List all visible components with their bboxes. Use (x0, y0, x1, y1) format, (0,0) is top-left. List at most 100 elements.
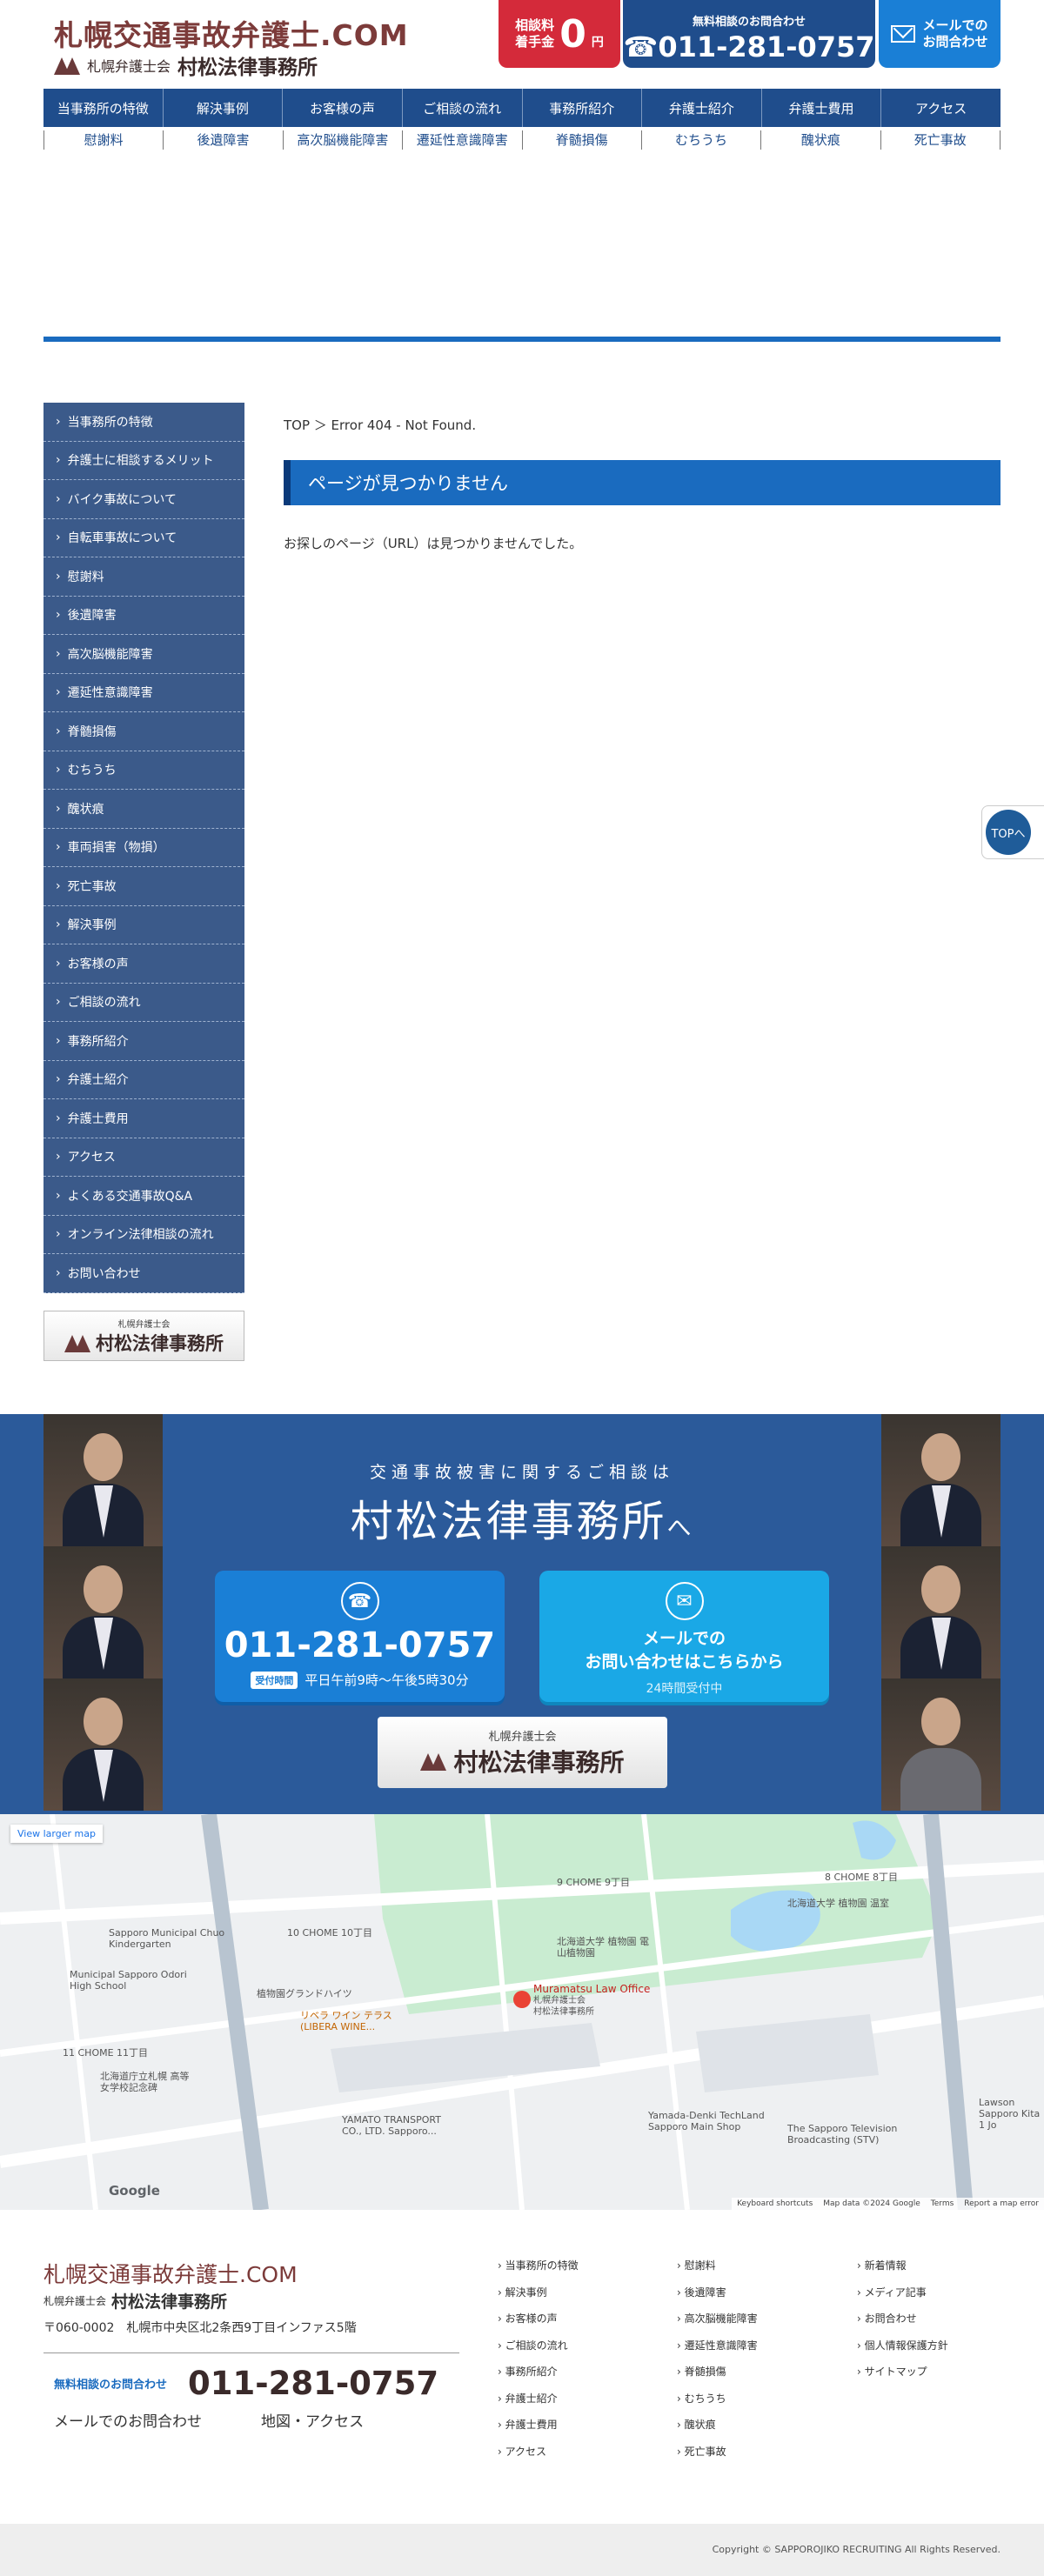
footer-link[interactable]: 脊髄損傷 (677, 2364, 758, 2391)
footer-link[interactable]: 当事務所の特徴 (498, 2258, 579, 2285)
footer-link[interactable]: サイトマップ (857, 2364, 948, 2391)
global-nav-item[interactable]: 解決事例 (164, 89, 284, 127)
sidebar-item[interactable]: 慰謝料 (44, 557, 244, 597)
office-pin-label[interactable]: Muramatsu Law Office 札幌弁護士会 村松法律事務所 (533, 1984, 650, 2018)
sidebar-item[interactable]: バイク事故について (44, 480, 244, 519)
firm-name: 村松法律事務所 (177, 57, 318, 79)
cta-firm-banner[interactable]: 札幌弁護士会 村松法律事務所 (378, 1717, 667, 1788)
footer-link[interactable]: 遷延性意識障害 (677, 2338, 758, 2365)
sub-nav-item[interactable]: 高次脳機能障害 (282, 130, 402, 150)
sub-nav-item[interactable]: 後遺障害 (163, 130, 282, 150)
footer-link[interactable]: ご相談の流れ (498, 2338, 579, 2365)
global-nav-item[interactable]: 弁護士紹介 (642, 89, 762, 127)
footer-link[interactable]: 弁護士紹介 (498, 2391, 579, 2418)
sidebar-item[interactable]: 脊髄損傷 (44, 712, 244, 751)
bar-association-label: 札幌弁護士会 (87, 58, 171, 75)
global-nav-item[interactable]: アクセス (881, 89, 1000, 127)
global-nav: 当事務所の特徴 解決事例 お客様の声 ご相談の流れ 事務所紹介 弁護士紹介 弁護士費用 アクセ… (44, 89, 1000, 127)
map-label: Municipal Sapporo Odori High School (70, 1969, 187, 1992)
global-nav-item[interactable]: 事務所紹介 (523, 89, 643, 127)
map-label: リベラ ワイン テラス(LIBERA WINE... (300, 2010, 392, 2032)
header-mail-button[interactable]: メールでの お問合わせ (879, 0, 1000, 68)
footer-link[interactable]: 個人情報保護方針 (857, 2338, 948, 2365)
fee-zero: 0 (559, 11, 586, 57)
footer-link[interactable]: 解決事例 (498, 2285, 579, 2312)
footer-link[interactable]: 慰謝料 (677, 2258, 758, 2285)
mail-line2: お問合わせ (922, 34, 988, 50)
cta-mail-line1: メールでの (642, 1629, 726, 1648)
map-footer-link[interactable]: Report a map error (964, 2199, 1039, 2208)
firm-mark-icon (420, 1752, 447, 1771)
footer-link[interactable]: アクセス (498, 2444, 579, 2471)
footer-link[interactable]: 後遺障害 (677, 2285, 758, 2312)
firm-logo[interactable]: 札幌弁護士会 村松法律事務所 (54, 50, 318, 80)
sidebar-item[interactable]: 弁護士紹介 (44, 1061, 244, 1099)
cta-mail-line2: お問い合わせはこちらから (585, 1652, 784, 1672)
sidebar-item[interactable]: 高次脳機能障害 (44, 635, 244, 674)
phone-icon: ☎ (340, 1582, 379, 1620)
sidebar-firm-banner[interactable]: 札幌弁護士会 村松法律事務所 (44, 1311, 244, 1361)
copyright: Copyright © SAPPOROJIKO RECRUITING All R… (712, 2544, 1000, 2555)
sidebar-item[interactable]: よくある交通事故Q&A (44, 1177, 244, 1216)
map-footer-link[interactable]: Terms (931, 2199, 954, 2208)
sub-nav-item[interactable]: 遷延性意識障害 (402, 130, 521, 150)
breadcrumb[interactable]: TOP ＞ Error 404 - Not Found. (284, 416, 476, 434)
sidebar-item[interactable]: 死亡事故 (44, 867, 244, 906)
sidebar-item[interactable]: 車両損害（物損） (44, 829, 244, 867)
sidebar-firm-name: 村松法律事務所 (96, 1332, 224, 1354)
sidebar-item[interactable]: 解決事例 (44, 906, 244, 944)
back-to-top-button[interactable]: TOPへ (981, 805, 1044, 859)
sidebar-item[interactable]: 事務所紹介 (44, 1022, 244, 1061)
sidebar-item[interactable]: 弁護士費用 (44, 1099, 244, 1138)
sub-nav-item[interactable]: 死亡事故 (880, 130, 1000, 150)
map-label: 9 CHOME 9丁目 (557, 1877, 631, 1888)
sidebar-item[interactable]: 遷延性意識障害 (44, 674, 244, 712)
cta-mail-button[interactable]: ✉ メールでの お問い合わせはこちらから 24時間受付中 (539, 1571, 829, 1702)
global-nav-item[interactable]: ご相談の流れ (403, 89, 523, 127)
footer-link[interactable]: 高次脳機能障害 (677, 2311, 758, 2338)
global-nav-item[interactable]: 弁護士費用 (762, 89, 882, 127)
footer-link[interactable]: 醜状痕 (677, 2417, 758, 2444)
header-phone-button[interactable]: 無料相談のお問合わせ ☎011-281-0757 (623, 0, 875, 68)
google-map[interactable]: View larger map 9 CHOME 9丁目 8 CHOME 8丁目 … (0, 1814, 1044, 2210)
sidebar-item[interactable]: 弁護士に相談するメリット (44, 442, 244, 480)
sub-nav-item[interactable]: むちうち (640, 130, 760, 150)
footer-link[interactable]: 新着情報 (857, 2258, 948, 2285)
sub-nav-item[interactable]: 脊髄損傷 (521, 130, 641, 150)
footer-link[interactable]: 事務所紹介 (498, 2364, 579, 2391)
footer-mail-link[interactable]: メールでのお問合わせ (54, 2409, 202, 2431)
footer-site-title[interactable]: 札幌交通事故弁護士.COM (44, 2258, 298, 2289)
sidebar-item[interactable]: 当事務所の特徴 (44, 403, 244, 442)
global-nav-item[interactable]: 当事務所の特徴 (44, 89, 164, 127)
footer-link[interactable]: お客様の声 (498, 2311, 579, 2338)
sidebar-item[interactable]: 醜状痕 (44, 790, 244, 829)
sidebar-item[interactable]: 後遺障害 (44, 597, 244, 635)
fee-line2: 着手金 (515, 34, 555, 50)
firm-mark-icon (64, 1333, 90, 1352)
site-title[interactable]: 札幌交通事故弁護士.COM (54, 12, 409, 54)
sidebar-item[interactable]: アクセス (44, 1138, 244, 1177)
map-footer-link[interactable]: Keyboard shortcuts (737, 2199, 813, 2208)
footer-link[interactable]: むちうち (677, 2391, 758, 2418)
footer-tel[interactable]: 011-281-0757 (188, 2365, 438, 2402)
sidebar-item[interactable]: お問い合わせ (44, 1254, 244, 1293)
sub-nav-item[interactable]: 慰謝料 (44, 130, 163, 150)
cta-mail-sub: 24時間受付中 (646, 1682, 723, 1696)
map-label: 8 CHOME 8丁目 (825, 1872, 899, 1883)
sidebar-item[interactable]: ご相談の流れ (44, 984, 244, 1022)
sub-nav-item[interactable]: 醜状痕 (760, 130, 880, 150)
footer-link[interactable]: お問合わせ (857, 2311, 948, 2338)
footer-link[interactable]: 弁護士費用 (498, 2417, 579, 2444)
footer-link[interactable]: メディア記事 (857, 2285, 948, 2312)
sidebar-item[interactable]: むちうち (44, 751, 244, 790)
footer-map-link[interactable]: 地図・アクセス (261, 2409, 364, 2431)
footer-link[interactable]: 死亡事故 (677, 2444, 758, 2471)
map-label: 11 CHOME 11丁目 (63, 2047, 149, 2059)
to-top-label: TOPへ (986, 810, 1031, 855)
sidebar-item[interactable]: お客様の声 (44, 944, 244, 984)
sidebar-item[interactable]: オンライン法律相談の流れ (44, 1216, 244, 1254)
view-larger-map-link[interactable]: View larger map (10, 1825, 103, 1843)
sidebar-item[interactable]: 自転車事故について (44, 519, 244, 557)
cta-phone-button[interactable]: ☎ 011-281-0757 受付時間 平日午前9時〜午後5時30分 (215, 1571, 505, 1702)
global-nav-item[interactable]: お客様の声 (283, 89, 403, 127)
